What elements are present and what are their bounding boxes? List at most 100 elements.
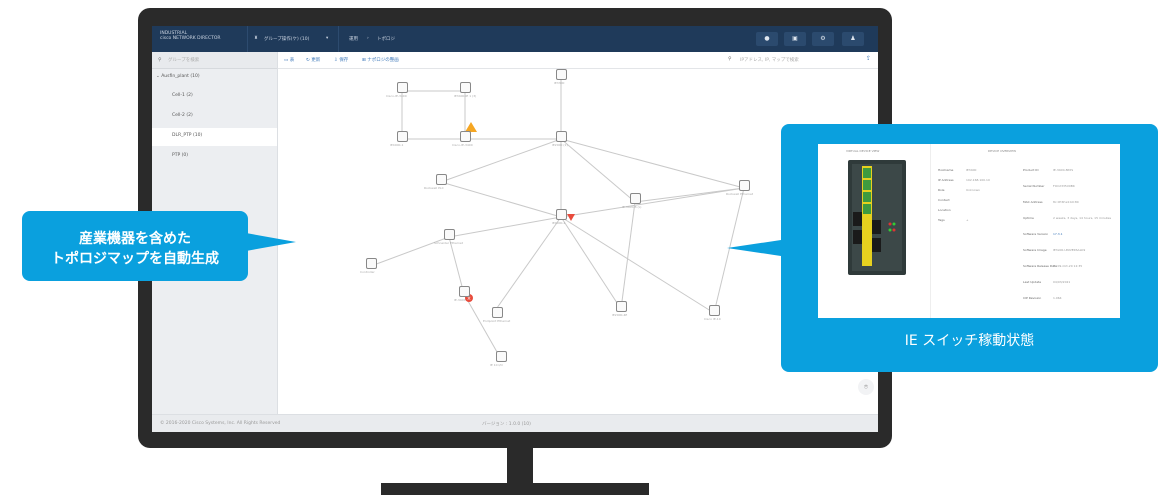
- topology-node[interactable]: [492, 307, 503, 318]
- sidebar-item-ptp[interactable]: PTP (0): [152, 148, 277, 166]
- chevron-down-icon: ⌄: [156, 74, 160, 79]
- breadcrumb: 運用 › トポロジ: [338, 26, 419, 52]
- field-key: Product ID: [1023, 168, 1039, 172]
- copyright-text: © 2016-2020 Cisco Systems, Inc. All Righ…: [160, 421, 281, 426]
- node-label: IE2000 (1): [552, 143, 568, 147]
- sidebar-item-cell-1[interactable]: Cell-1 (2): [152, 88, 277, 106]
- chevron-down-icon: ▾: [326, 36, 329, 41]
- field-key: Hostname: [938, 168, 954, 172]
- topology-node[interactable]: [496, 351, 507, 362]
- device-field: Hostname IE3400: [938, 168, 1018, 178]
- device-field: Tags +: [938, 218, 1018, 228]
- user-icon: ♟: [850, 35, 856, 42]
- node-label: Controller: [360, 270, 375, 274]
- sidebar-item-label: PTP (0): [172, 153, 188, 158]
- callout-right-pointer: [727, 240, 781, 256]
- callout-left-line1: 産業機器を含めた: [79, 231, 191, 247]
- device-field: Contact: [938, 198, 1018, 208]
- topology-node[interactable]: [556, 209, 567, 220]
- sidebar-item-dlr-ptp[interactable]: DLR_PTP (10): [152, 128, 277, 146]
- device-detail-panel: VIRTUAL DEVICE VIEW DEVICE OVERVIEW Host…: [818, 144, 1120, 318]
- settings-button[interactable]: ⚙: [812, 32, 834, 46]
- virtual-device-title: VIRTUAL DEVICE VIEW: [846, 149, 880, 153]
- field-key: IP Address: [938, 178, 954, 182]
- field-key: Software Release Date: [1023, 264, 1058, 268]
- topology-node[interactable]: [397, 82, 408, 93]
- node-label: Rockwell PLC: [424, 186, 444, 190]
- alerts-button[interactable]: ●: [756, 32, 778, 46]
- callout-right-caption: IE スイッチ稼動状態: [904, 333, 1035, 349]
- sidebar-root-group[interactable]: ⌄ Ausfin_plant (10): [156, 74, 200, 79]
- topology-node[interactable]: [460, 82, 471, 93]
- node-label: IE4000-2: [552, 221, 566, 225]
- field-key: Uptime: [1023, 216, 1034, 220]
- sidebar-item-cell-2[interactable]: Cell-2 (2): [152, 108, 277, 126]
- field-key: Contact: [938, 198, 950, 202]
- topology-node[interactable]: [616, 301, 627, 312]
- device-fields-left: Hostname IE3400 IP Address 192.168.100.10 …: [938, 168, 1018, 228]
- node-label: Cisco IE-10: [704, 317, 721, 321]
- callout-left-pointer: [246, 233, 296, 251]
- field-value: Fri 09-Oct-20 12:35: [1053, 264, 1083, 268]
- field-value: IE3x00-UNIVERSALK9: [1053, 248, 1086, 252]
- field-value[interactable]: +: [966, 218, 969, 222]
- field-key: Role: [938, 188, 945, 192]
- topology-node[interactable]: [630, 193, 641, 204]
- device-field: MAC Address 8c:0f:6f:a4:b0:80: [1023, 200, 1118, 216]
- breadcrumb-operate[interactable]: 運用: [349, 36, 358, 42]
- bell-icon: ●: [764, 35, 770, 42]
- clipboard-button[interactable]: ▣: [784, 32, 806, 46]
- device-field: Product ID IE-3400-8P2S: [1023, 168, 1118, 184]
- node-label: IE-3400-8 (L): [622, 205, 642, 209]
- building-icon: ♜: [254, 36, 259, 41]
- field-value: 17.3.1: [1053, 232, 1063, 236]
- topology-node[interactable]: [459, 286, 470, 297]
- table-view-button[interactable]: ▭ 表: [284, 57, 294, 63]
- app-footer: © 2016-2020 Cisco Systems, Inc. All Righ…: [152, 414, 878, 432]
- sidebar-item-label: DLR_PTP (10): [172, 133, 203, 138]
- field-key: Software Image: [1023, 248, 1047, 252]
- layout-button[interactable]: ⊞ ナポロジの整画: [362, 57, 399, 63]
- field-value: 192.168.100.10: [966, 178, 990, 182]
- refresh-button[interactable]: ↻ 更新: [306, 57, 320, 63]
- topology-node[interactable]: [460, 131, 471, 142]
- field-value: 04/03/2021: [1053, 280, 1071, 284]
- device-overview-title: DEVICE OVERVIEW: [988, 149, 1017, 153]
- topology-node[interactable]: [739, 180, 750, 191]
- device-field: IP Address 192.168.100.10: [938, 178, 1018, 188]
- topology-node[interactable]: [444, 229, 455, 240]
- save-label: 保存: [339, 58, 349, 63]
- monitor-stand-base: [381, 483, 649, 495]
- group-search[interactable]: ⚲ グループを検索: [152, 52, 277, 69]
- virtual-device-view: VIRTUAL DEVICE VIEW: [818, 144, 931, 318]
- device-field: Software Release Date Fri 09-Oct-20 12:35: [1023, 264, 1118, 280]
- save-button[interactable]: ⇩ 保存: [334, 57, 348, 63]
- topology-node[interactable]: [556, 131, 567, 142]
- topology-node[interactable]: [436, 174, 447, 185]
- node-label: IE3300: [554, 81, 565, 85]
- field-value: Unknown: [966, 188, 980, 192]
- monitor-stand-neck: [507, 447, 533, 485]
- node-label: IE2000-4E: [612, 313, 628, 317]
- app-header: INDUSTRIAL cisco NETWORK DIRECTOR ♜ グループ…: [152, 26, 878, 52]
- group-search-placeholder: グループを検索: [168, 58, 200, 63]
- field-value: FOC2335X0BK: [1053, 184, 1075, 188]
- group-selector[interactable]: ♜ グループ操作(ケ) (10) ▾: [247, 26, 338, 52]
- monitor-screen: INDUSTRIAL cisco NETWORK DIRECTOR ♜ グループ…: [152, 26, 878, 432]
- sidebar-item-label: Cell-2 (2): [172, 113, 193, 118]
- field-key: Tags: [938, 218, 945, 222]
- breadcrumb-topology[interactable]: トポロジ: [377, 36, 395, 42]
- topology-node[interactable]: [709, 305, 720, 316]
- field-key: Software Version: [1023, 232, 1049, 236]
- search-icon: ⚲: [158, 57, 162, 63]
- topology-search-input[interactable]: IPアドレス, IP, マップで検索: [740, 57, 799, 63]
- sidebar-root-label: Ausfin_plant (10): [161, 74, 200, 79]
- location-pin-icon[interactable]: ⌾: [858, 379, 874, 395]
- callout-left-line2: トポロジマップを自動生成: [51, 251, 219, 267]
- topology-node[interactable]: [556, 69, 567, 80]
- app-logo: INDUSTRIAL cisco NETWORK DIRECTOR: [160, 31, 221, 41]
- topology-node[interactable]: [366, 258, 377, 269]
- topology-node[interactable]: [397, 131, 408, 142]
- export-icon[interactable]: ⇪: [866, 55, 871, 62]
- user-menu-button[interactable]: ♟: [842, 32, 864, 46]
